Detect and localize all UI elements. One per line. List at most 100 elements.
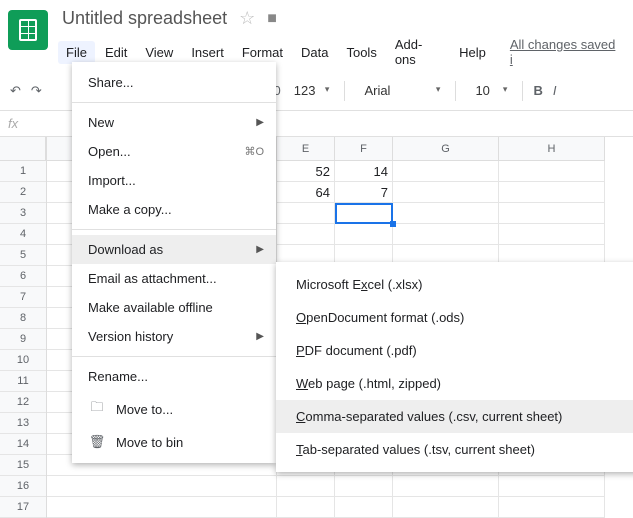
cell[interactable] — [499, 182, 605, 203]
cell[interactable] — [499, 224, 605, 245]
cell[interactable] — [393, 161, 499, 182]
menu-separator — [72, 102, 276, 103]
cell[interactable] — [277, 476, 335, 497]
selection-handle[interactable] — [390, 221, 396, 227]
row-header[interactable]: 5 — [0, 245, 46, 266]
cell[interactable] — [393, 182, 499, 203]
star-icon[interactable]: ☆ — [239, 8, 255, 29]
number-format-select[interactable]: 123 — [291, 80, 335, 101]
menu-available-offline[interactable]: Make available offline — [72, 293, 276, 322]
cell[interactable] — [393, 476, 499, 497]
menu-email-attachment[interactable]: Email as attachment... — [72, 264, 276, 293]
toolbar-divider — [522, 81, 523, 101]
row-header[interactable]: 16 — [0, 476, 46, 497]
save-status[interactable]: All changes saved i — [502, 33, 625, 71]
bold-button[interactable]: B — [533, 83, 542, 98]
italic-button[interactable]: I — [553, 83, 557, 98]
cell[interactable] — [47, 476, 277, 497]
download-xlsx[interactable]: Microsoft Excel (.xlsx) — [276, 268, 633, 301]
menu-file[interactable]: File — [58, 41, 95, 64]
cell[interactable] — [499, 161, 605, 182]
select-all-corner[interactable] — [0, 137, 46, 161]
col-header[interactable]: E — [277, 137, 335, 161]
row-header[interactable]: 8 — [0, 308, 46, 329]
row-header[interactable]: 4 — [0, 224, 46, 245]
download-tsv[interactable]: Tab-separated values (.tsv, current shee… — [276, 433, 633, 466]
menu-view[interactable]: View — [137, 41, 181, 64]
download-pdf[interactable]: PDF document (.pdf) — [276, 334, 633, 367]
row-header[interactable]: 2 — [0, 182, 46, 203]
toolbar-divider — [455, 81, 456, 101]
cell[interactable] — [393, 203, 499, 224]
trash-icon: 🗑 — [88, 434, 106, 450]
row-header[interactable]: 3 — [0, 203, 46, 224]
submenu-arrow-icon: ▶ — [256, 244, 264, 255]
sheets-logo-grid — [19, 19, 37, 41]
col-header[interactable]: G — [393, 137, 499, 161]
cell[interactable]: 14 — [335, 161, 393, 182]
menu-separator — [72, 356, 276, 357]
menu-tools[interactable]: Tools — [338, 41, 384, 64]
cell[interactable] — [499, 476, 605, 497]
download-as-submenu: Microsoft Excel (.xlsx) OpenDocument for… — [276, 262, 633, 472]
cell[interactable]: 52 — [277, 161, 335, 182]
cell[interactable]: 64 — [277, 182, 335, 203]
cell[interactable] — [335, 224, 393, 245]
row-header[interactable]: 6 — [0, 266, 46, 287]
col-header[interactable]: F — [335, 137, 393, 161]
fx-label: fx — [8, 116, 18, 131]
menu-rename[interactable]: Rename... — [72, 362, 276, 391]
row-header[interactable]: 14 — [0, 434, 46, 455]
download-web[interactable]: Web page (.html, zipped) — [276, 367, 633, 400]
menu-import[interactable]: Import... — [72, 166, 276, 195]
row-header[interactable]: 11 — [0, 371, 46, 392]
cell[interactable] — [277, 497, 335, 518]
cell[interactable] — [47, 497, 277, 518]
menu-separator — [72, 229, 276, 230]
cell[interactable] — [393, 497, 499, 518]
cell[interactable] — [335, 203, 393, 224]
folder-icon[interactable]: ■ — [267, 10, 277, 28]
row-header[interactable]: 12 — [0, 392, 46, 413]
row-header[interactable]: 7 — [0, 287, 46, 308]
row-header[interactable]: 15 — [0, 455, 46, 476]
row-header[interactable]: 10 — [0, 350, 46, 371]
download-csv[interactable]: Comma-separated values (.csv, current sh… — [276, 400, 633, 433]
menu-addons[interactable]: Add-ons — [387, 33, 449, 71]
menu-insert[interactable]: Insert — [183, 41, 232, 64]
cell[interactable] — [499, 497, 605, 518]
menu-data[interactable]: Data — [293, 41, 336, 64]
menu-edit[interactable]: Edit — [97, 41, 135, 64]
cell[interactable]: 7 — [335, 182, 393, 203]
redo-button[interactable]: ↷ — [31, 83, 42, 99]
row-header[interactable]: 9 — [0, 329, 46, 350]
menu-download-as[interactable]: Download as▶ — [72, 235, 276, 264]
row-header[interactable]: 1 — [0, 161, 46, 182]
menu-make-copy[interactable]: Make a copy... — [72, 195, 276, 224]
shortcut-label: ⌘O — [244, 145, 264, 158]
row-header[interactable]: 17 — [0, 497, 46, 518]
cell[interactable] — [277, 203, 335, 224]
font-size-select[interactable]: 10 — [466, 80, 512, 101]
submenu-arrow-icon: ▶ — [256, 117, 264, 128]
download-ods[interactable]: OpenDocument format (.ods) — [276, 301, 633, 334]
menu-open[interactable]: Open...⌘O — [72, 137, 276, 166]
menu-move-to[interactable]: 🗀Move to... — [72, 391, 276, 427]
menu-format[interactable]: Format — [234, 41, 291, 64]
font-family-select[interactable]: Arial — [355, 80, 445, 101]
menu-share[interactable]: Share... — [72, 68, 276, 97]
cell[interactable] — [335, 497, 393, 518]
cell[interactable] — [335, 476, 393, 497]
row-header[interactable]: 13 — [0, 413, 46, 434]
cell[interactable] — [393, 224, 499, 245]
cell[interactable] — [277, 224, 335, 245]
menu-help[interactable]: Help — [451, 41, 494, 64]
menu-new[interactable]: New▶ — [72, 108, 276, 137]
sheets-logo[interactable] — [8, 10, 48, 50]
doc-title[interactable]: Untitled spreadsheet — [62, 8, 227, 29]
col-header[interactable]: H — [499, 137, 605, 161]
menu-move-to-bin[interactable]: 🗑Move to bin — [72, 427, 276, 457]
menu-version-history[interactable]: Version history▶ — [72, 322, 276, 351]
undo-button[interactable]: ↶ — [10, 83, 21, 99]
cell[interactable] — [499, 203, 605, 224]
